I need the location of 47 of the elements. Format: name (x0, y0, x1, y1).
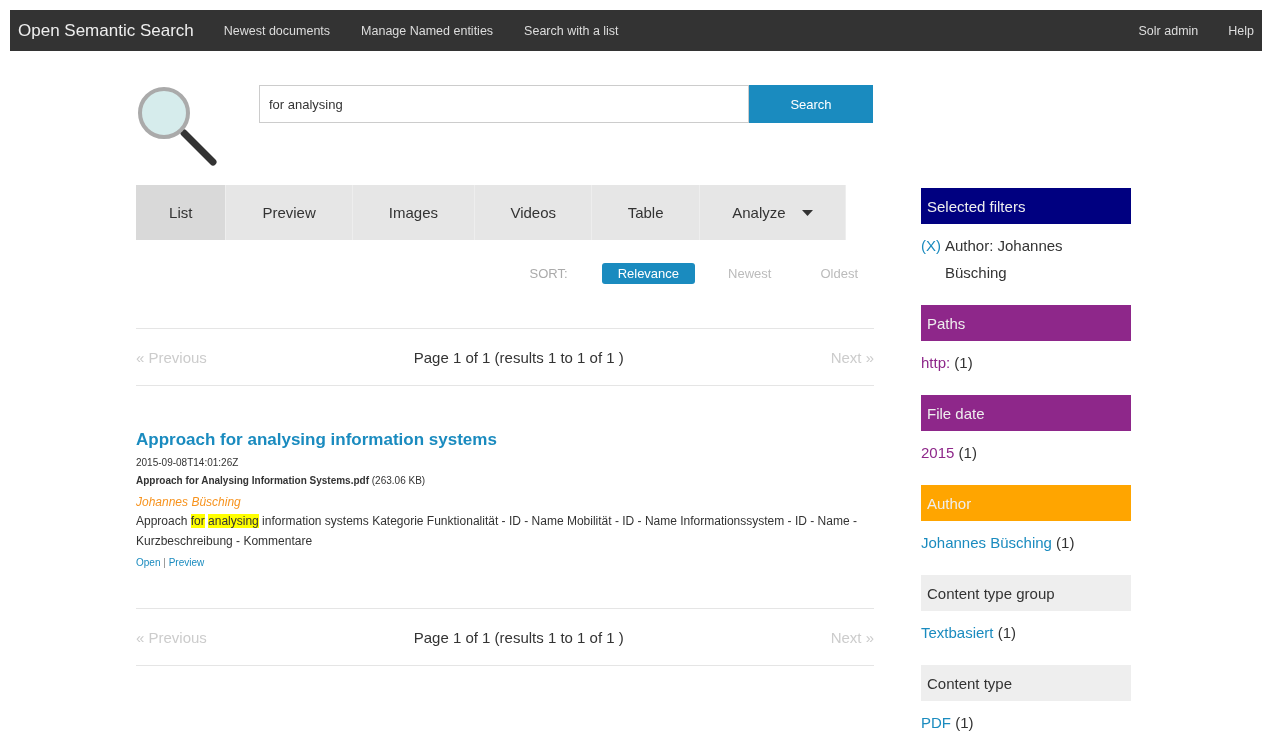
facet-header: Paths (921, 305, 1131, 341)
facet-link[interactable]: Textbasiert (921, 624, 994, 641)
facet-count: (1) (955, 714, 974, 731)
nav-link[interactable]: Help (1228, 23, 1254, 38)
file-size: (263.06 KB) (371, 475, 426, 486)
result-date: 2015-09-08T14:01:26Z (136, 457, 240, 468)
facet-count: (1) (958, 444, 977, 461)
facet-count: (1) (1056, 534, 1075, 551)
view-tab[interactable]: Videos (475, 185, 593, 240)
magnifier-icon (136, 85, 218, 167)
nav-link[interactable]: Manage Named entities (361, 23, 494, 38)
page-info: Page 1 of 1 (results 1 to 1 of 1 ) (413, 348, 624, 366)
search-button[interactable]: Search (749, 85, 873, 123)
result-filename: Approach for Analysing Information Systems.pdf (136, 475, 369, 486)
search-field[interactable]: for analysing (259, 85, 749, 123)
facet-count: (1) (954, 354, 973, 371)
facet-header: File date (921, 395, 1131, 431)
page-info: Page 1 of 1 (results 1 to 1 of 1 ) (413, 628, 624, 646)
result-snippet: Approach for analysing information systems Kategorie Funktionalität - ID - Name Mobilität - ID - Name Informationssystem - ID - Name - Kurzbeschreibung - Kommentare (136, 513, 858, 550)
facet-link[interactable]: Johannes Büsching (921, 534, 1052, 551)
caret-icon (801, 209, 813, 216)
brand-link[interactable]: Open Semantic Search (18, 20, 194, 41)
filter-text: Author: Johannes Büsching (945, 236, 1064, 283)
result-action-link[interactable]: Preview (168, 557, 205, 568)
result-title-link[interactable]: Approach for analysing information systems (136, 430, 874, 450)
facet-link[interactable]: http: (921, 354, 951, 371)
result-action-link[interactable]: Open (136, 557, 161, 568)
nav-link[interactable]: Search with a list (524, 23, 619, 38)
view-tab[interactable]: Analyze (699, 185, 846, 240)
facet-header: Content type (921, 665, 1131, 701)
view-tab[interactable]: List (136, 185, 227, 240)
nav-link[interactable]: Newest documents (223, 23, 331, 38)
sort-label: SORT: (529, 265, 568, 281)
result-author: Johannes Büsching (136, 495, 242, 509)
view-tab[interactable]: Images (352, 185, 476, 240)
facet-header: Author (921, 485, 1131, 521)
view-tab[interactable]: Table (592, 185, 700, 240)
link-separator: | (163, 557, 166, 568)
facet-header: Content type group (921, 575, 1131, 611)
facet-link[interactable]: 2015 (921, 444, 955, 461)
facet-count: (1) (997, 624, 1017, 641)
nav-link[interactable]: Solr admin (1138, 23, 1199, 38)
facet-header: Selected filters (921, 188, 1131, 224)
remove-filter-link[interactable]: (X) (921, 232, 941, 259)
sort-option[interactable]: Relevance (601, 262, 696, 284)
facet-link[interactable]: PDF (921, 714, 951, 731)
view-tab[interactable]: Preview (226, 185, 353, 240)
